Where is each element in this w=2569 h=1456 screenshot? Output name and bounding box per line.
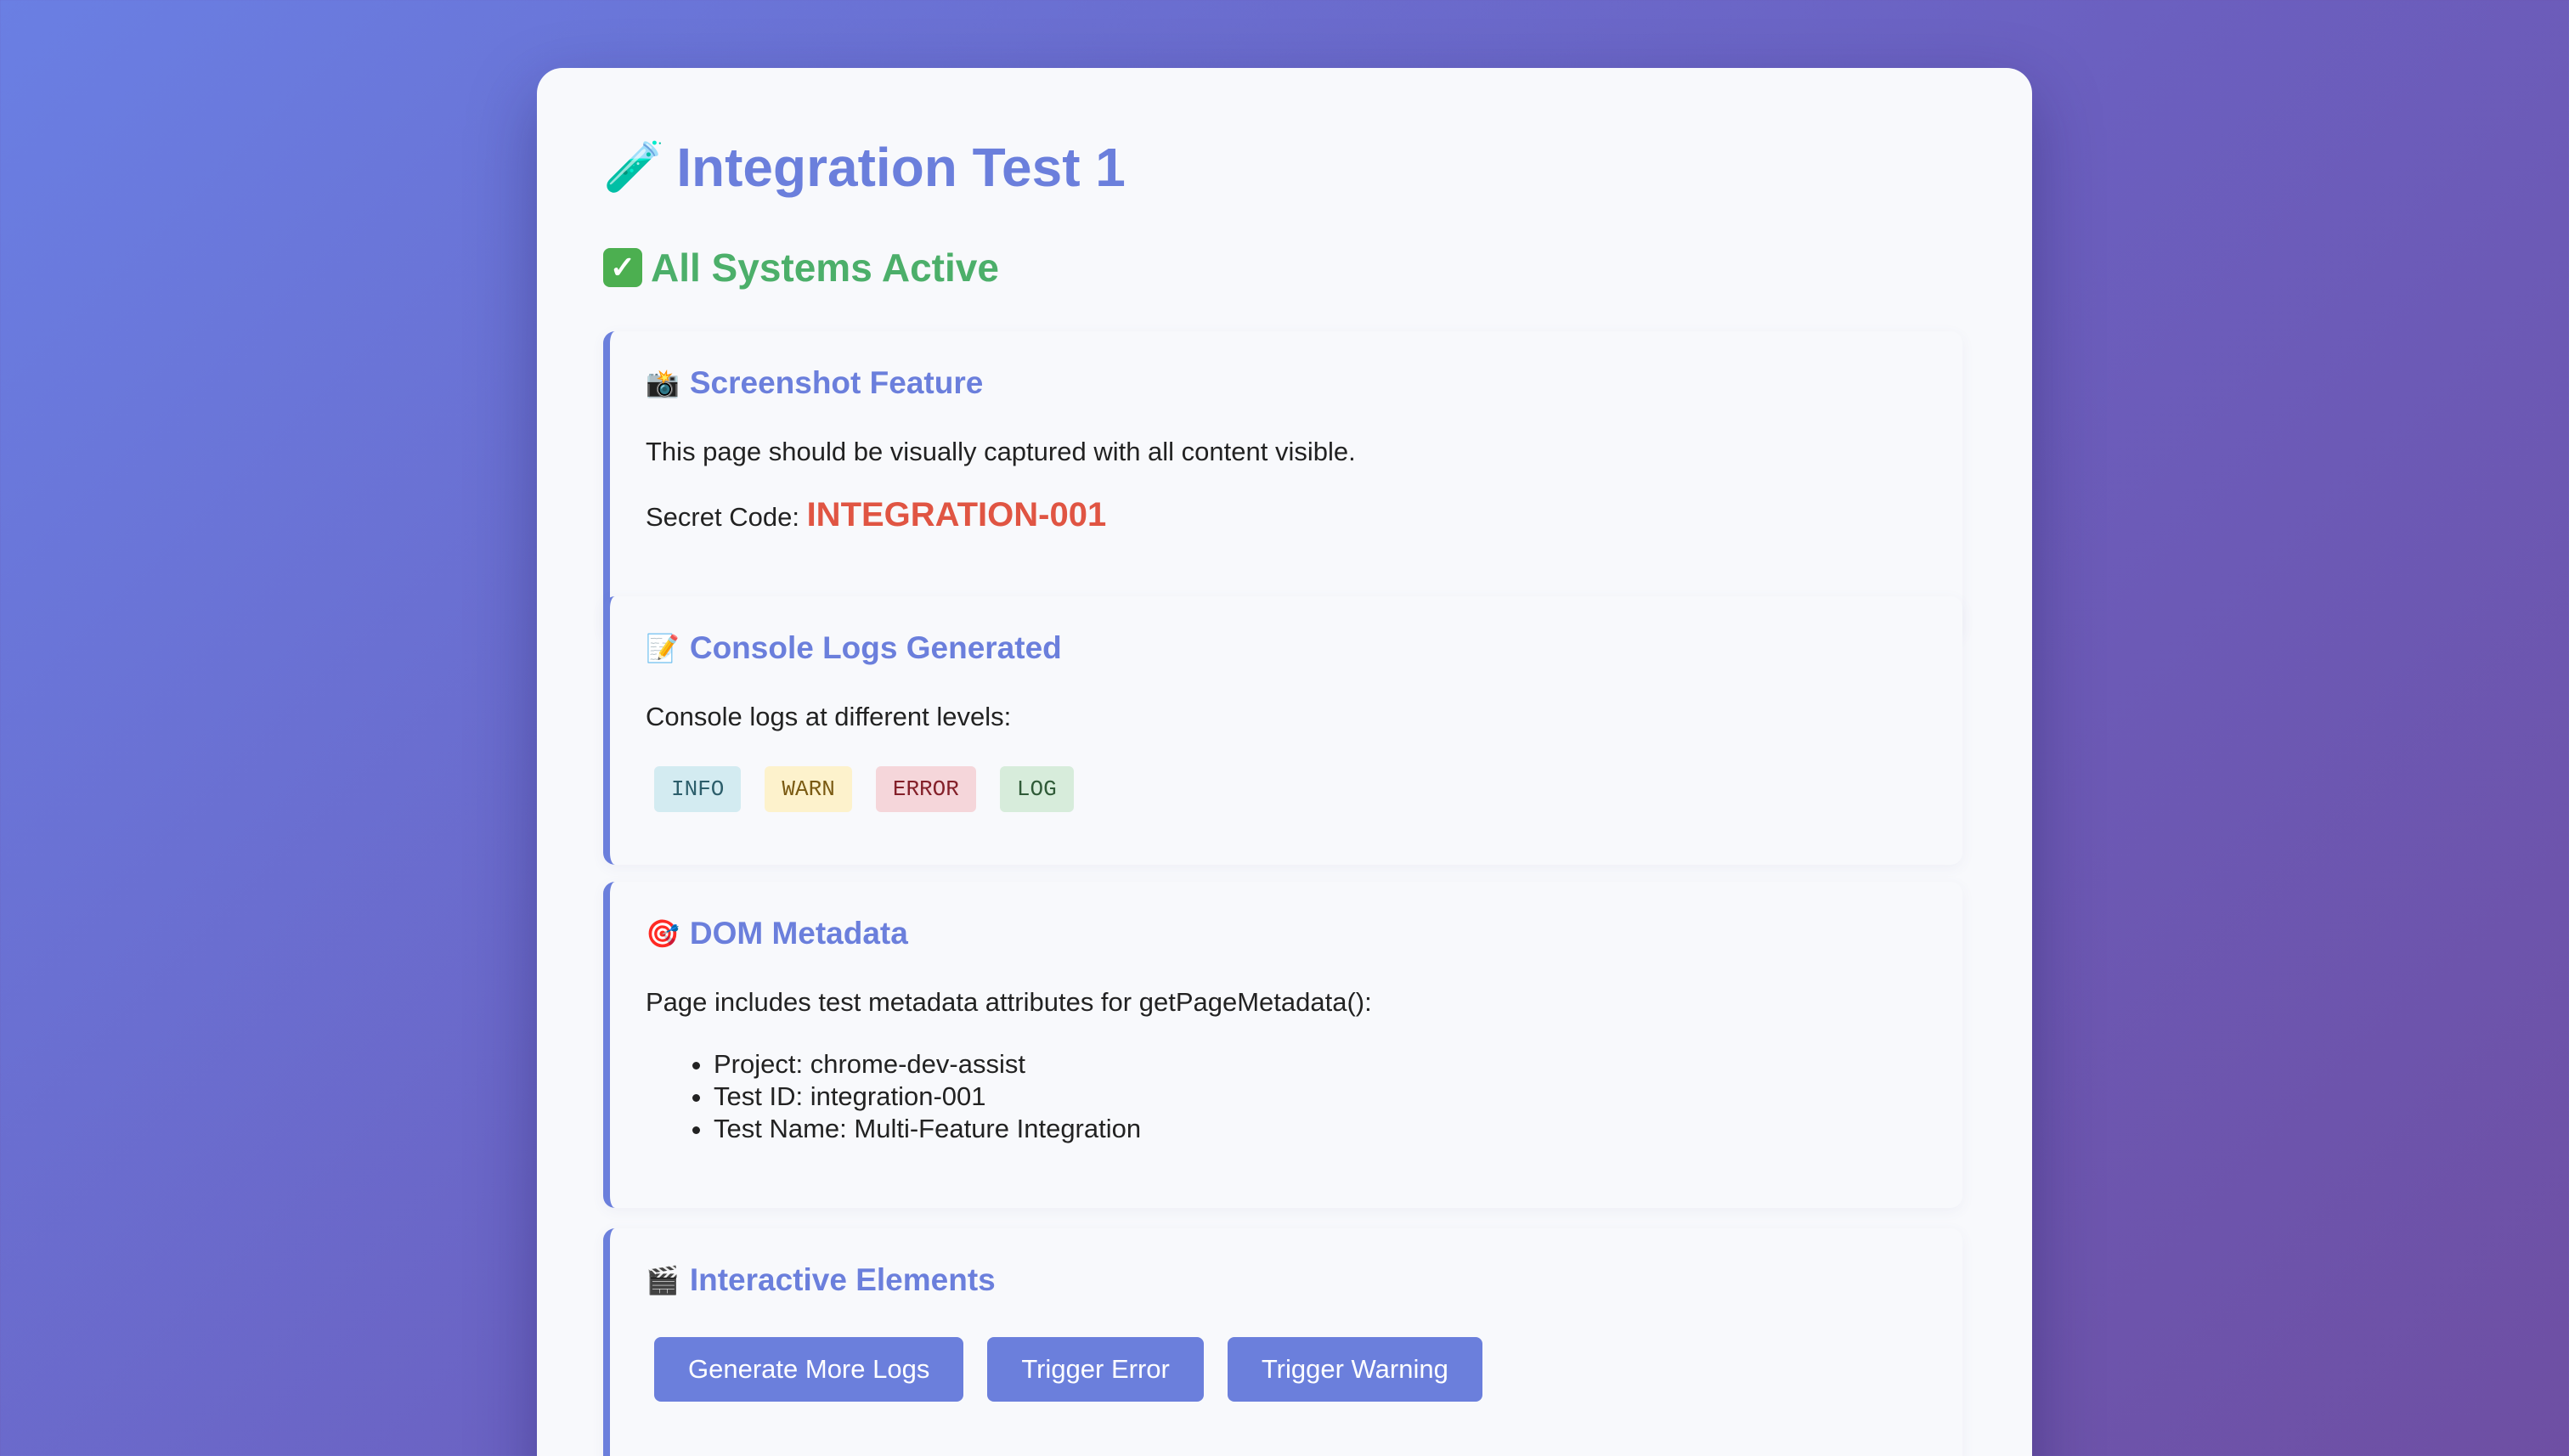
console-logs-card: 📝 Console Logs Generated Console logs at… [603,596,1962,865]
log-level-badges: INFO WARN ERROR LOG [646,766,1962,812]
secret-code-value: INTEGRATION-001 [806,496,1107,533]
screenshot-feature-title: Screenshot Feature [689,365,984,400]
metadata-list: Project: chrome-dev-assist Test ID: inte… [646,1048,1962,1145]
status-heading: ✓ All Systems Active [603,245,999,291]
trigger-warning-button[interactable]: Trigger Warning [1227,1337,1482,1402]
main-panel: 🧪 Integration Test 1 ✓ All Systems Activ… [537,68,2032,1456]
interactive-elements-title: Interactive Elements [689,1262,996,1297]
page-title: 🧪 Integration Test 1 [603,136,1126,199]
trigger-error-button[interactable]: Trigger Error [987,1337,1204,1402]
list-item: Project: chrome-dev-assist [714,1048,1962,1081]
test-tube-icon: 🧪 [603,139,665,195]
screenshot-feature-card: 📸 Screenshot Feature This page should be… [603,331,1962,639]
list-item: Test Name: Multi-Feature Integration [714,1113,1962,1145]
screenshot-feature-heading: 📸 Screenshot Feature [646,365,1962,401]
interactive-elements-card: 🎬 Interactive Elements Generate More Log… [603,1228,1962,1456]
secret-code-label: Secret Code: [646,502,799,532]
screenshot-feature-description: This page should be visually captured wi… [646,437,1356,466]
generate-more-logs-button[interactable]: Generate More Logs [654,1337,964,1402]
status-text: All Systems Active [651,245,999,290]
badge-info: INFO [654,766,742,812]
dom-metadata-heading: 🎯 DOM Metadata [646,916,1962,951]
dom-metadata-title: DOM Metadata [689,916,908,951]
page-title-text: Integration Test 1 [676,137,1126,198]
console-logs-heading: 📝 Console Logs Generated [646,630,1962,666]
badge-error: ERROR [875,766,976,812]
console-logs-title: Console Logs Generated [689,630,1062,665]
dom-metadata-card: 🎯 DOM Metadata Page includes test metada… [603,882,1962,1208]
secret-code-line: Secret Code: INTEGRATION-001 [646,496,1962,534]
dom-metadata-description: Page includes test metadata attributes f… [646,987,1372,1017]
list-item: Test ID: integration-001 [714,1081,1962,1113]
badge-warn: WARN [765,766,852,812]
action-buttons: Generate More Logs Trigger Error Trigger… [646,1337,1962,1402]
badge-log: LOG [999,766,1074,812]
clapper-board-icon: 🎬 [646,1265,680,1295]
target-icon: 🎯 [646,918,680,949]
console-logs-description: Console logs at different levels: [646,702,1012,731]
interactive-elements-heading: 🎬 Interactive Elements [646,1262,1962,1298]
check-icon: ✓ [603,248,642,287]
camera-icon: 📸 [646,368,680,398]
memo-icon: 📝 [646,633,680,663]
